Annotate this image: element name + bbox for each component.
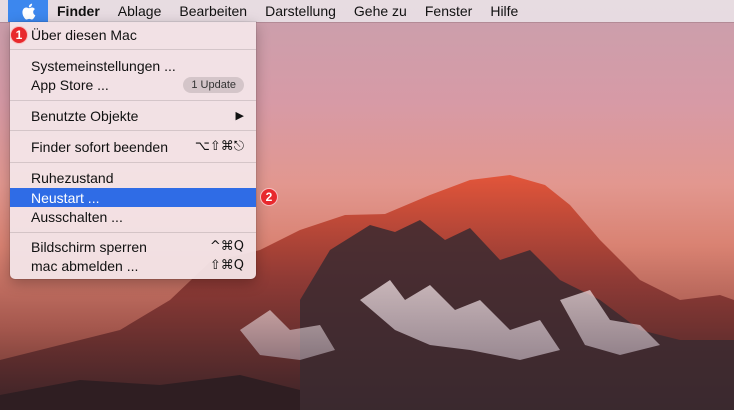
menu-item-label: Finder sofort beenden (31, 138, 168, 155)
menu-item-shutdown[interactable]: Ausschalten ... (10, 207, 256, 226)
menu-item-label: Systemeinstellungen ... (31, 57, 176, 74)
menu-finder[interactable]: Finder (48, 0, 109, 22)
menu-item-label: Benutzte Objekte (31, 107, 139, 124)
update-badge: 1 Update (183, 76, 244, 93)
shortcut-lock-screen: ^⌘Q (209, 239, 244, 254)
menu-fenster[interactable]: Fenster (416, 0, 481, 22)
menu-gehe-zu[interactable]: Gehe zu (345, 0, 416, 22)
shortcut-force-quit: ⌥⇧⌘⎋ (194, 139, 244, 154)
annotation-marker-2: 2 (260, 188, 278, 206)
menu-item-label: Ruhezustand (31, 169, 114, 186)
menu-item-system-preferences[interactable]: Systemeinstellungen ... (10, 56, 256, 75)
menu-item-app-store[interactable]: App Store ... 1 Update (10, 75, 256, 94)
menu-item-restart[interactable]: Neustart ... (10, 188, 256, 207)
menu-item-label: App Store ... (31, 76, 109, 93)
apple-icon (21, 3, 35, 20)
menu-hilfe[interactable]: Hilfe (481, 0, 527, 22)
apple-menu-button[interactable] (8, 0, 48, 22)
menu-separator (10, 162, 256, 163)
menu-item-about-this-mac[interactable]: Über diesen Mac (10, 25, 256, 44)
apple-dropdown-menu: Über diesen Mac Systemeinstellungen ... … (10, 22, 256, 279)
menu-darstellung[interactable]: Darstellung (256, 0, 345, 22)
menu-separator (10, 100, 256, 101)
menu-item-lock-screen[interactable]: Bildschirm sperren ^⌘Q (10, 237, 256, 256)
shortcut-log-out: ⇧⌘Q (209, 258, 244, 273)
menu-item-force-quit[interactable]: Finder sofort beenden ⌥⇧⌘⎋ (10, 137, 256, 156)
menu-item-label: Über diesen Mac (31, 26, 137, 43)
menu-item-label: Ausschalten ... (31, 208, 123, 225)
menu-item-label: Neustart ... (31, 189, 100, 206)
menu-separator (10, 232, 256, 233)
menu-item-label: mac abmelden ... (31, 257, 139, 274)
menu-ablage[interactable]: Ablage (109, 0, 171, 22)
menu-bearbeiten[interactable]: Bearbeiten (170, 0, 256, 22)
menu-item-label: Bildschirm sperren (31, 238, 147, 255)
menu-separator (10, 49, 256, 50)
menu-item-sleep[interactable]: Ruhezustand (10, 168, 256, 187)
menu-bar: Finder Ablage Bearbeiten Darstellung Geh… (0, 0, 734, 22)
menu-separator (10, 130, 256, 131)
menu-item-log-out[interactable]: mac abmelden ... ⇧⌘Q (10, 256, 256, 275)
chevron-right-icon: ▶ (235, 110, 244, 122)
menu-item-recent-items[interactable]: Benutzte Objekte ▶ (10, 106, 256, 125)
annotation-marker-1: 1 (10, 26, 28, 44)
